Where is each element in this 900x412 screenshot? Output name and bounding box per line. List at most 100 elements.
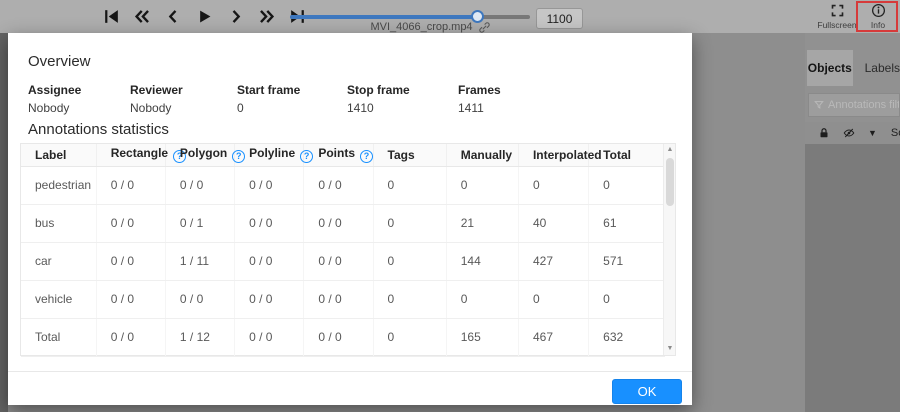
cell: 0 — [446, 280, 519, 319]
header-rectangle: Rectangle? — [96, 144, 187, 167]
cell: 0 — [588, 166, 665, 205]
meta-reviewer: Reviewer Nobody — [130, 83, 237, 115]
cell: 467 — [518, 318, 590, 357]
meta-start-frame: Start frame 0 — [237, 83, 347, 115]
objects-toolbar-row: ▼ So — [805, 122, 900, 144]
next-frame-button[interactable] — [224, 6, 246, 28]
scrollbar-thumb[interactable] — [666, 158, 674, 206]
cell: 0 / 0 — [234, 204, 305, 243]
cell: 0 / 0 — [96, 242, 166, 281]
info-label: Info — [870, 20, 886, 30]
table-row: bus 0 / 0 0 / 1 0 / 0 0 / 0 0 21 40 61 — [21, 204, 665, 243]
cell: 0 — [373, 166, 447, 205]
cell: 40 — [518, 204, 590, 243]
tab-objects[interactable]: Objects — [807, 50, 853, 86]
info-icon — [871, 4, 885, 17]
cell: 1 / 12 — [165, 318, 236, 357]
scroll-down-arrow-icon[interactable]: ▼ — [664, 343, 676, 355]
table-row: vehicle 0 / 0 0 / 0 0 / 0 0 / 0 0 0 0 0 — [21, 280, 665, 319]
modal-footer-divider — [8, 371, 692, 372]
meta-value: Nobody — [130, 101, 172, 115]
meta-value: 1411 — [458, 101, 484, 115]
table-row-total: Total 0 / 0 1 / 12 0 / 0 0 / 0 0 165 467… — [21, 318, 665, 357]
cell: 0 — [518, 166, 590, 205]
meta-assignee: Assignee Nobody — [28, 83, 130, 115]
cell: 0 / 0 — [96, 318, 166, 357]
expand-all-button[interactable]: ▼ — [868, 128, 877, 138]
cell: 0 / 0 — [234, 280, 305, 319]
header-label: Label — [21, 144, 97, 167]
hide-all-button[interactable] — [843, 127, 855, 139]
filter-placeholder: Annotations filte — [828, 99, 899, 111]
row-label: car — [21, 242, 97, 281]
cell: 165 — [446, 318, 519, 357]
frame-number-input[interactable] — [536, 8, 583, 29]
player-controls — [100, 0, 308, 33]
player-toolbar: MVI_4066_crop.mp4 Fullscreen Info — [0, 0, 900, 33]
first-frame-button[interactable] — [100, 6, 122, 28]
lock-all-button[interactable] — [818, 127, 830, 139]
objects-list-area — [805, 144, 900, 412]
cell: 0 / 0 — [234, 166, 305, 205]
meta-frames: Frames 1411 — [458, 83, 501, 115]
question-circle-icon[interactable]: ? — [232, 150, 246, 164]
meta-label: Reviewer — [130, 83, 183, 97]
question-circle-icon[interactable]: ? — [300, 150, 314, 164]
previous-frame-button[interactable] — [162, 6, 184, 28]
question-circle-icon[interactable]: ? — [360, 150, 373, 164]
cell: 0 / 1 — [165, 204, 236, 243]
cell: 0 / 0 — [303, 280, 374, 319]
meta-label: Assignee — [28, 83, 82, 97]
eye-off-icon — [843, 128, 855, 138]
cell: 0 / 0 — [303, 242, 374, 281]
left-panel-edge — [0, 33, 8, 412]
fullscreen-icon — [831, 4, 843, 17]
jump-forward-button[interactable] — [255, 6, 277, 28]
tab-labels[interactable]: Labels — [853, 50, 900, 86]
overview-title: Overview — [28, 53, 91, 70]
cell: 0 — [518, 280, 590, 319]
annotations-filter-input[interactable]: Annotations filte — [808, 93, 900, 117]
cell: 144 — [446, 242, 519, 281]
table-scrollbar[interactable]: ▲ ▼ — [663, 144, 675, 355]
ok-button[interactable]: OK — [612, 379, 682, 404]
meta-label: Start frame — [237, 83, 301, 97]
cell: 0 / 0 — [165, 166, 236, 205]
scroll-up-arrow-icon[interactable]: ▲ — [664, 144, 676, 156]
cell: 0 / 0 — [96, 204, 166, 243]
sort-label: So — [890, 127, 900, 139]
link-icon[interactable] — [478, 22, 490, 33]
meta-value: Nobody — [28, 101, 70, 115]
objects-sidebar: Objects Labels Annotations filte ▼ So — [805, 33, 900, 412]
cell: 0 / 0 — [165, 280, 236, 319]
cvat-annotation-app: MVI_4066_crop.mp4 Fullscreen Info Object… — [0, 0, 900, 412]
cell: 0 / 0 — [303, 204, 374, 243]
cell: 0 / 0 — [96, 166, 166, 205]
fullscreen-button[interactable]: Fullscreen — [817, 3, 857, 32]
table-row: pedestrian 0 / 0 0 / 0 0 / 0 0 / 0 0 0 0… — [21, 166, 665, 205]
table-row: car 0 / 0 1 / 11 0 / 0 0 / 0 0 144 427 5… — [21, 242, 665, 281]
cell: 0 / 0 — [234, 318, 305, 357]
row-label: pedestrian — [21, 166, 97, 205]
sidebar-tabs: Objects Labels — [805, 50, 900, 86]
annotations-statistics-title: Annotations statistics — [28, 121, 169, 138]
cell: 0 — [373, 280, 447, 319]
header-manually: Manually — [446, 144, 519, 167]
row-label: bus — [21, 204, 97, 243]
cell: 427 — [518, 242, 590, 281]
row-label: Total — [21, 318, 97, 357]
play-button[interactable] — [193, 6, 215, 28]
cell: 61 — [588, 204, 665, 243]
cell: 1 / 11 — [165, 242, 236, 281]
meta-label: Frames — [458, 83, 501, 97]
cell: 632 — [588, 318, 665, 357]
jump-backward-button[interactable] — [131, 6, 153, 28]
cell: 0 — [446, 166, 519, 205]
cell: 0 — [373, 242, 447, 281]
job-meta-row: Assignee Nobody Reviewer Nobody Start fr… — [28, 83, 501, 115]
fullscreen-label: Fullscreen — [817, 20, 857, 30]
info-button[interactable]: Info — [859, 3, 897, 32]
cell: 0 — [373, 204, 447, 243]
meta-stop-frame: Stop frame 1410 — [347, 83, 458, 115]
meta-label: Stop frame — [347, 83, 410, 97]
